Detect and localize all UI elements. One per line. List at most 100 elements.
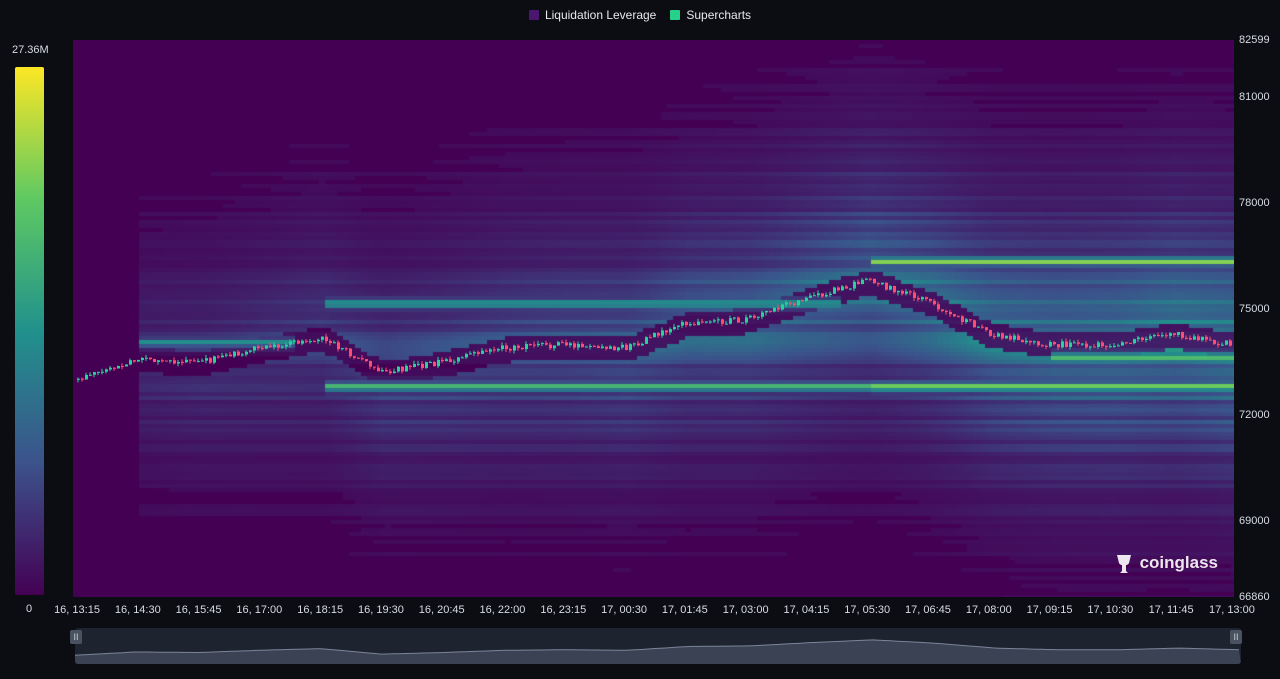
- candle-body: [101, 371, 104, 373]
- candle-body: [541, 343, 544, 345]
- candle-body: [297, 340, 300, 344]
- candle-body: [537, 343, 540, 346]
- candle-body: [597, 346, 600, 349]
- candle-body: [941, 309, 944, 311]
- legend-item-supercharts[interactable]: Supercharts: [670, 8, 751, 22]
- candle-body: [713, 320, 716, 322]
- candle-body: [509, 349, 512, 351]
- candle-body: [1209, 339, 1212, 341]
- y-tick-label: 66860: [1239, 591, 1270, 603]
- x-tick-label: 17, 11:45: [1148, 604, 1194, 616]
- legend-label-supercharts: Supercharts: [686, 8, 752, 22]
- candle-body: [1089, 346, 1092, 348]
- y-tick-label: 81000: [1239, 90, 1270, 103]
- candle-body: [457, 357, 460, 362]
- candle-body: [1189, 338, 1192, 340]
- candle-body: [289, 341, 292, 345]
- candle-body: [325, 336, 328, 342]
- candle-body: [1077, 342, 1080, 344]
- candle-body: [1213, 340, 1216, 345]
- candle-body: [793, 303, 796, 306]
- candle-body: [181, 361, 184, 363]
- candle-body: [341, 348, 344, 350]
- candle-body: [301, 340, 304, 344]
- candle-body: [233, 351, 236, 357]
- candle-body: [1173, 333, 1176, 335]
- candle-body: [1013, 335, 1016, 340]
- navigator-area: [75, 639, 1241, 664]
- candle-body: [725, 323, 728, 325]
- x-tick-label: 17, 01:45: [661, 604, 708, 616]
- candle-body: [669, 329, 672, 333]
- candle-body: [1145, 338, 1148, 340]
- candle-body: [917, 298, 920, 300]
- candle-body: [681, 322, 684, 326]
- candle-body: [1121, 342, 1124, 346]
- candle-body: [717, 319, 720, 321]
- candle-body: [709, 321, 712, 323]
- candle-body: [945, 310, 948, 312]
- candle-body: [293, 340, 296, 342]
- candle-body: [805, 297, 808, 301]
- candle-body: [737, 317, 740, 323]
- candle-body: [877, 283, 880, 285]
- candle-body: [493, 349, 496, 351]
- candle-body: [245, 351, 248, 355]
- candle-body: [177, 361, 180, 364]
- candle-body: [909, 291, 912, 293]
- candle-body: [861, 279, 864, 285]
- candle-body: [989, 330, 992, 336]
- candle-body: [697, 321, 700, 326]
- candle-body: [777, 307, 780, 310]
- candle-body: [1165, 335, 1168, 337]
- x-tick-label: 17, 06:45: [905, 604, 951, 616]
- navigator-right-handle[interactable]: II: [1230, 630, 1242, 644]
- candle-body: [957, 316, 960, 318]
- candle-body: [449, 359, 452, 363]
- candle-body: [573, 343, 576, 348]
- x-tick-label: 17, 08:00: [965, 604, 1012, 616]
- heatmap-plot-area[interactable]: [73, 40, 1234, 597]
- candle-body: [105, 369, 108, 372]
- candle-body: [1197, 336, 1200, 341]
- candle-body: [653, 332, 656, 338]
- legend-swatch-liquidation-leverage: [528, 10, 539, 20]
- candle-body: [841, 286, 844, 291]
- candle-body: [357, 357, 360, 359]
- candle-body: [121, 366, 124, 368]
- candle-body: [865, 278, 868, 280]
- candle-body: [109, 367, 112, 370]
- candle-body: [1133, 339, 1136, 344]
- x-tick-label: 16, 20:45: [418, 604, 465, 616]
- candle-body: [377, 367, 380, 372]
- x-tick-label: 16, 22:00: [479, 604, 526, 616]
- x-tick-label: 17, 04:15: [783, 604, 830, 616]
- candle-body: [1125, 342, 1128, 344]
- candle-body: [365, 359, 368, 362]
- candle-body: [621, 344, 624, 348]
- candle-body: [189, 359, 192, 361]
- candle-body: [193, 360, 196, 362]
- navigator-left-handle[interactable]: II: [70, 630, 82, 644]
- x-tick-label: 17, 05:30: [844, 604, 891, 616]
- candle-body: [337, 342, 340, 350]
- candle-body: [1105, 346, 1108, 348]
- range-navigator[interactable]: [75, 628, 1241, 664]
- candle-body: [625, 344, 628, 350]
- candle-body: [545, 343, 548, 345]
- candle-body: [645, 337, 648, 344]
- candle-body: [553, 345, 556, 349]
- candle-body: [309, 341, 312, 343]
- legend-item-liquidation-leverage[interactable]: Liquidation Leverage: [528, 8, 656, 22]
- candle-body: [849, 288, 852, 290]
- candle-body: [477, 352, 480, 354]
- candle-body: [557, 342, 560, 346]
- candle-body: [1009, 335, 1012, 340]
- candle-body: [741, 322, 744, 324]
- candle-body: [641, 343, 644, 346]
- candle-body: [857, 281, 860, 285]
- x-tick-label: 16, 19:30: [357, 604, 404, 616]
- y-tick-label: 72000: [1239, 409, 1270, 422]
- x-tick-label: 16, 23:15: [540, 604, 587, 616]
- candle-body: [1021, 340, 1024, 343]
